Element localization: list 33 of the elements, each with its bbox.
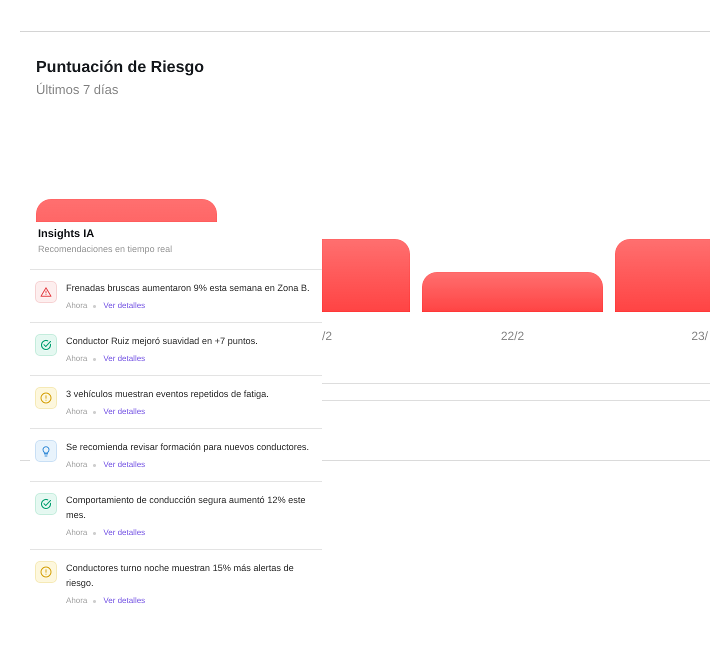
lightbulb-icon [35,440,57,462]
separator-dot-icon [93,532,96,534]
axis-label: /2 [322,328,332,344]
time-label: Ahora [66,300,88,312]
insight-text: Comportamiento de conducción segura aumentó 12% este mes. [66,494,307,522]
separator-dot-icon [93,600,96,602]
separator-dot-icon [93,304,96,308]
insight-text: Frenadas bruscas aumentaron 9% esta semana en Zona B. [66,282,311,295]
details-link[interactable]: Ver detalles [103,300,146,312]
time-label: Ahora [66,527,88,539]
insight-text: Se recomienda revisar formación para nuevos conductores. [66,441,310,454]
panel-title: Insights IA [38,227,96,242]
card-title: Puntuación de Riesgo [36,58,206,78]
separator-dot-icon [93,464,96,466]
details-link[interactable]: Ver detalles [103,406,146,418]
details-link[interactable]: Ver detalles [103,459,146,471]
insight-text: Conductores turno noche muestran 15% más alertas de riesgo. [66,562,295,590]
card-subtitle: Últimos 7 días [36,81,120,99]
time-label: Ahora [66,353,88,365]
axis-label: 23/ [691,328,708,344]
time-label: Ahora [66,406,88,418]
panel-subtitle: Recomendaciones en tiempo real [38,243,174,255]
warning-icon [35,281,57,303]
details-link[interactable]: Ver detalles [103,353,146,365]
insight-text: Conductor Ruiz mejoró suavidad en +7 puntos. [66,335,259,348]
time-label: Ahora [66,595,88,607]
axis-label: 22/2 [500,328,524,344]
details-link[interactable]: Ver detalles [103,527,146,539]
separator-dot-icon [93,358,96,360]
time-label: Ahora [66,459,88,471]
insight-text: 3 vehículos muestran eventos repetidos de fatiga. [66,388,270,401]
details-link[interactable]: Ver detalles [103,595,146,607]
separator-dot-icon [93,410,96,414]
